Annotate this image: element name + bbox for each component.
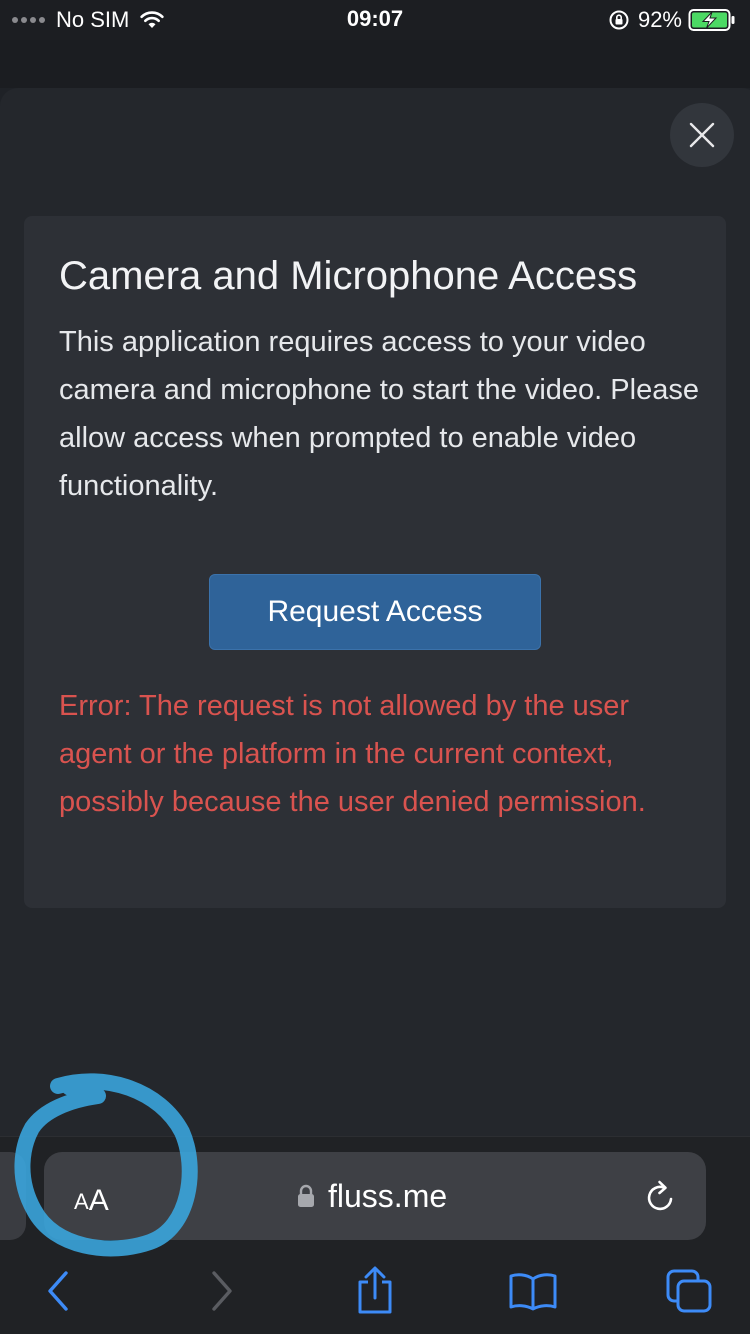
tabs-icon bbox=[666, 1269, 712, 1313]
back-icon bbox=[48, 1271, 68, 1311]
reload-icon bbox=[647, 1180, 673, 1211]
dialog-title: Camera and Microphone Access bbox=[59, 254, 638, 298]
bookmarks-icon bbox=[509, 1273, 557, 1311]
orientation-lock-icon bbox=[609, 10, 629, 30]
forward-button[interactable] bbox=[196, 1266, 246, 1316]
forward-icon bbox=[212, 1271, 232, 1311]
share-icon bbox=[358, 1266, 392, 1314]
status-bar: No SIM 09:07 92% bbox=[0, 0, 750, 40]
url-display[interactable]: fluss.me bbox=[296, 1174, 447, 1218]
url-text: fluss.me bbox=[328, 1177, 448, 1214]
battery-percent: 92% bbox=[637, 7, 682, 32]
close-button[interactable] bbox=[670, 103, 734, 167]
error-message: Error: The request is not allowed by the… bbox=[59, 690, 646, 818]
request-access-button[interactable]: Request Access bbox=[209, 574, 541, 650]
reader-settings-button[interactable]: A A bbox=[74, 1172, 120, 1220]
battery-charging-icon bbox=[688, 9, 735, 31]
close-icon bbox=[689, 122, 715, 148]
tabs-button[interactable] bbox=[664, 1266, 714, 1316]
dialog-body: This application requires access to your… bbox=[59, 326, 699, 502]
aa-big-letter: A bbox=[88, 1184, 109, 1217]
reload-button[interactable] bbox=[644, 1178, 678, 1214]
backdrop bbox=[0, 40, 750, 88]
previous-tab-pill[interactable] bbox=[0, 1152, 26, 1240]
lock-icon bbox=[298, 1184, 314, 1207]
aa-small-letter: A bbox=[74, 1189, 89, 1214]
back-button[interactable] bbox=[34, 1266, 84, 1316]
share-button[interactable] bbox=[350, 1266, 400, 1316]
status-right: 92% bbox=[608, 6, 736, 34]
bookmarks-button[interactable] bbox=[508, 1266, 558, 1316]
